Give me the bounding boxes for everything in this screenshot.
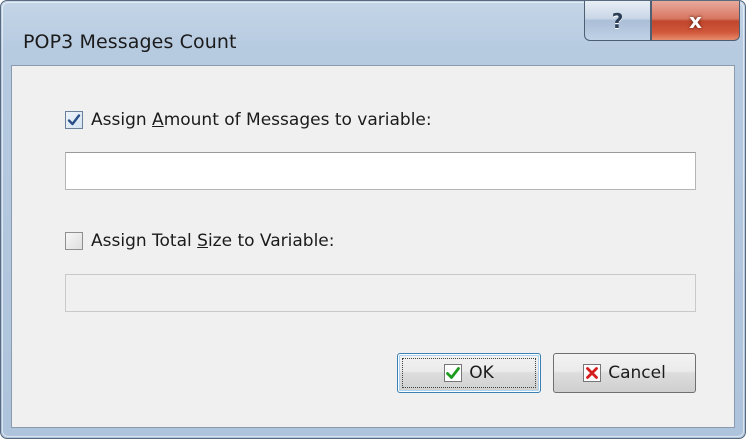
cancel-button[interactable]: Cancel — [553, 353, 696, 393]
close-icon: x — [689, 8, 702, 33]
mnemonic-a: A — [152, 110, 164, 130]
ok-button[interactable]: OK — [397, 353, 541, 393]
dialog-window: POP3 Messages Count ? x Assign Amount of… — [0, 0, 746, 439]
size-option-row[interactable]: Assign Total Size to Variable: — [65, 231, 335, 251]
amount-option-row[interactable]: Assign Amount of Messages to variable: — [65, 110, 432, 130]
cancel-label: Cancel — [608, 363, 666, 383]
dialog-title: POP3 Messages Count — [23, 31, 237, 53]
x-mark-icon — [583, 364, 602, 382]
size-checkbox[interactable] — [65, 232, 83, 250]
amount-checkbox-label: Assign Amount of Messages to variable: — [91, 110, 432, 130]
ok-label: OK — [469, 363, 494, 383]
checkmark-icon — [67, 114, 81, 126]
mnemonic-s: S — [197, 231, 208, 251]
checkmark-icon — [444, 364, 463, 382]
size-checkbox-label: Assign Total Size to Variable: — [91, 231, 335, 251]
help-icon: ? — [611, 8, 624, 33]
size-variable-input[interactable] — [65, 274, 696, 312]
amount-checkbox[interactable] — [65, 111, 83, 129]
help-button[interactable]: ? — [584, 1, 651, 41]
dialog-client-area: Assign Amount of Messages to variable: A… — [11, 65, 735, 428]
close-button[interactable]: x — [651, 1, 740, 41]
amount-variable-input[interactable] — [65, 152, 696, 190]
